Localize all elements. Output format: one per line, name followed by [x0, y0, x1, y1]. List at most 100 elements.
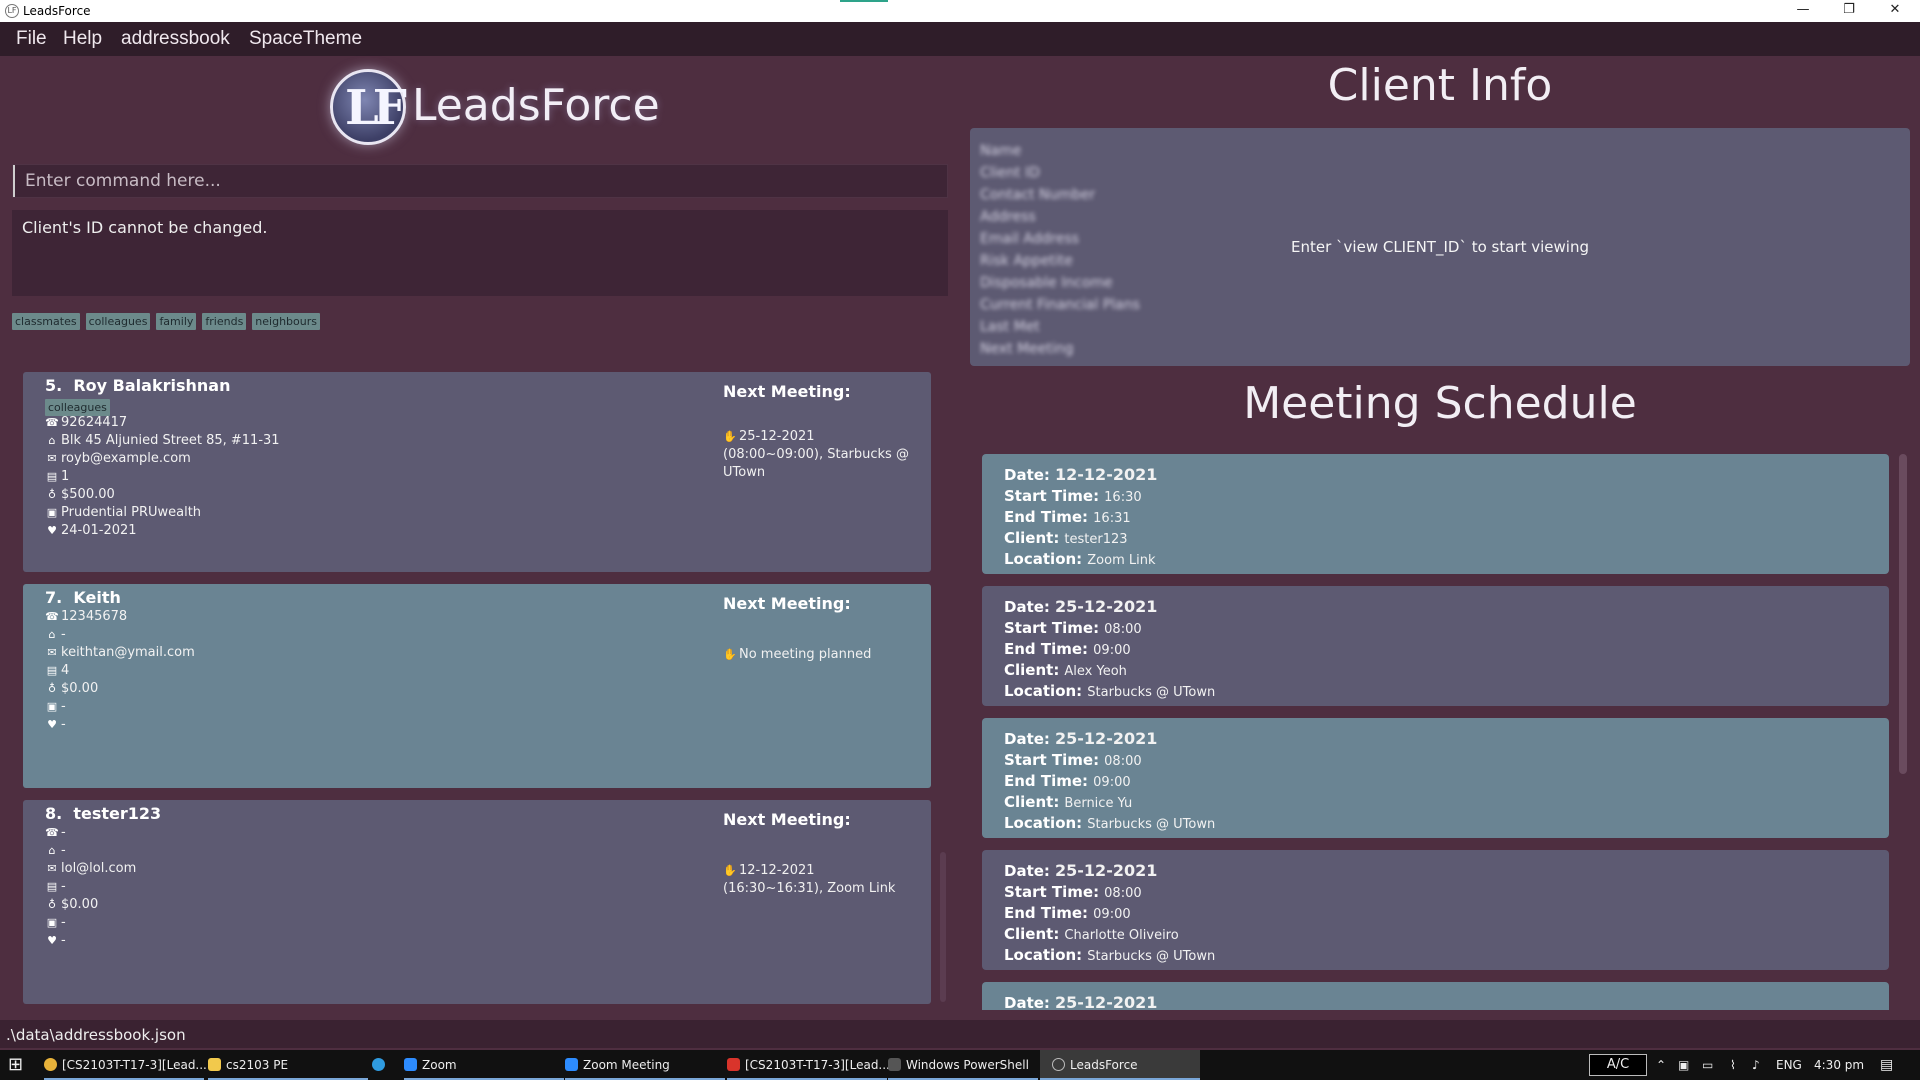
menu-addressbook[interactable]: addressbook — [121, 28, 230, 50]
taskbar-item-powershell[interactable]: Windows PowerShell — [888, 1050, 1038, 1080]
plans-icon: ▣ — [46, 916, 58, 929]
tag-family[interactable]: family — [156, 313, 197, 330]
maximize-button[interactable]: ❐ — [1826, 0, 1872, 22]
next-meeting-value: ✋ No meeting planned — [723, 647, 872, 662]
meeting-date: 25-12-2021 — [1055, 861, 1158, 880]
notifications-icon[interactable]: ▤ — [1880, 1050, 1893, 1080]
handshake-icon: ✋ — [723, 864, 737, 877]
folder-icon — [208, 1058, 221, 1071]
meeting-location: Starbucks @ UTown — [1087, 817, 1216, 832]
taskbar-item-folder[interactable]: cs2103 PE — [208, 1050, 368, 1080]
meeting-date: 25-12-2021 — [1055, 729, 1158, 748]
client-phone: 92624417 — [61, 415, 128, 430]
meeting-date: 25-12-2021 — [1055, 597, 1158, 616]
client-info-panel: Name Client ID Contact Number Address Em… — [970, 128, 1910, 366]
heart-icon: ♥ — [47, 934, 57, 947]
meeting-card[interactable]: Date: 12-12-2021 Start Time: 16:30 End T… — [982, 454, 1889, 574]
menu-help[interactable]: Help — [63, 28, 102, 50]
client-card[interactable]: 7. Keith ☎ 12345678 ⌂ - ✉ keithtan@ymail.co… — [23, 584, 931, 788]
email-icon: ✉ — [47, 862, 57, 875]
next-meeting-value: ✋ 25-12-2021 (08:00~09:00), Starbucks @ U… — [723, 429, 909, 480]
client-list-scrollbar[interactable] — [940, 852, 946, 1002]
client-income: $0.00 — [61, 681, 99, 696]
meeting-end: 16:31 — [1093, 511, 1131, 526]
menu-file[interactable]: File — [16, 28, 47, 50]
window-title: LeadsForce — [23, 4, 91, 18]
client-name: 7. Keith — [45, 588, 121, 607]
client-plans: - — [61, 699, 66, 714]
meeting-start: 08:00 — [1104, 886, 1142, 901]
meeting-start: 08:00 — [1104, 622, 1142, 637]
client-fields: ☎ 92624417 ⌂ Blk 45 Aljunied Street 85, #1… — [45, 414, 280, 540]
ac-indicator[interactable]: A/C — [1589, 1054, 1647, 1076]
client-name: 8. tester123 — [45, 804, 162, 823]
logo-letters: LF — [345, 80, 407, 136]
status-bar: .\data\addressbook.json — [0, 1020, 1920, 1048]
tag-colleagues[interactable]: colleagues — [85, 313, 151, 330]
handshake-icon: ✋ — [723, 648, 737, 661]
handshake-icon: ✋ — [723, 430, 737, 443]
email-icon: ✉ — [47, 452, 57, 465]
app-logo: LF LeadsForce — [330, 67, 660, 147]
client-info-title: Client Info — [1327, 60, 1553, 111]
client-fields: ☎ - ⌂ - ✉ lol@lol.com ▤ - ♁ $0.00 ▣ - ♥ - — [45, 824, 136, 950]
home-icon: ⌂ — [48, 628, 56, 641]
client-list: 5. Roy Balakrishnan colleagues ☎ 92624417… — [12, 372, 948, 1008]
notification-app-icon[interactable]: ▣ — [1678, 1050, 1689, 1080]
start-button[interactable]: ⊞ — [8, 1050, 32, 1080]
meeting-client: tester123 — [1064, 532, 1128, 547]
taskbar-item-zoom[interactable]: Zoom — [404, 1050, 564, 1080]
clock[interactable]: 4:30 pm — [1814, 1050, 1864, 1080]
taskbar-item-chrome[interactable]: [CS2103T-T17-3][Lead... — [44, 1050, 207, 1080]
client-income: $500.00 — [61, 487, 115, 502]
meeting-client: Charlotte Oliveiro — [1064, 928, 1179, 943]
command-input[interactable] — [13, 165, 947, 197]
taskbar-item-zoom-meeting[interactable]: Zoom Meeting — [565, 1050, 725, 1080]
client-address: - — [61, 627, 66, 642]
next-meeting-value: ✋ 12-12-2021 (16:30~16:31), Zoom Link — [723, 863, 896, 896]
client-address: Blk 45 Aljunied Street 85, #11-31 — [61, 433, 280, 448]
meeting-end: 09:00 — [1093, 643, 1131, 658]
app-icon: LF — [5, 4, 19, 18]
phone-icon: ☎ — [45, 826, 59, 839]
client-plans: - — [61, 915, 66, 930]
language-indicator[interactable]: ENG — [1776, 1050, 1802, 1080]
money-bag-icon: ♁ — [47, 898, 57, 911]
meeting-card[interactable]: Date: 25-12-2021 Start Time: 08:00 End T… — [982, 586, 1889, 706]
minimize-button[interactable]: — — [1780, 0, 1826, 22]
taskbar-item-pdf[interactable]: [CS2103T-T17-3][Lead... — [727, 1050, 890, 1080]
taskbar-item-leadsforce[interactable]: LeadsForce — [1040, 1050, 1200, 1080]
money-bag-icon: ♁ — [47, 682, 57, 695]
terminal-icon — [888, 1058, 901, 1071]
tag-neighbours[interactable]: neighbours — [252, 313, 320, 330]
client-email: royb@example.com — [61, 451, 191, 466]
meeting-list-scrollbar[interactable] — [1899, 454, 1907, 774]
meeting-card[interactable]: Date: 25-12-2021 Start Time: 08:00 End T… — [982, 718, 1889, 838]
meeting-card[interactable]: Date: 25-12-2021 — [982, 982, 1889, 1010]
tag-friends[interactable]: friends — [202, 313, 247, 330]
meeting-card[interactable]: Date: 25-12-2021 Start Time: 08:00 End T… — [982, 850, 1889, 970]
window-title-bar: LF LeadsForce — ❐ ✕ — [0, 0, 1920, 22]
tag-classmates[interactable]: classmates — [12, 313, 80, 330]
client-card[interactable]: 8. tester123 ☎ - ⌂ - ✉ lol@lol.com ▤ - ♁ $0.0… — [23, 800, 931, 1004]
meeting-schedule-title: Meeting Schedule — [1243, 378, 1637, 429]
client-card[interactable]: 5. Roy Balakrishnan colleagues ☎ 92624417… — [23, 372, 931, 572]
risk-chart-icon: ▤ — [46, 664, 58, 677]
logo-text: LeadsForce — [412, 80, 660, 131]
battery-icon[interactable]: ▭ — [1702, 1050, 1713, 1080]
chevron-up-icon[interactable]: ⌃ — [1656, 1050, 1666, 1080]
plans-icon: ▣ — [46, 506, 58, 519]
menu-spacetheme[interactable]: SpaceTheme — [249, 28, 362, 50]
heart-icon: ♥ — [47, 524, 57, 537]
client-email: keithtan@ymail.com — [61, 645, 195, 660]
home-icon: ⌂ — [48, 844, 56, 857]
meeting-list: Date: 12-12-2021 Start Time: 16:30 End T… — [970, 446, 1910, 1010]
tag-list: classmates colleagues family friends neighbo… — [12, 310, 326, 330]
next-meeting-label: Next Meeting: — [723, 810, 851, 829]
volume-icon[interactable]: ♪ — [1752, 1050, 1760, 1080]
wifi-icon[interactable]: ⌇ — [1730, 1050, 1736, 1080]
client-last-met: 24-01-2021 — [61, 523, 137, 538]
taskbar-item-telegram[interactable] — [372, 1050, 396, 1080]
phone-icon: ☎ — [45, 416, 59, 429]
close-button[interactable]: ✕ — [1872, 0, 1918, 22]
